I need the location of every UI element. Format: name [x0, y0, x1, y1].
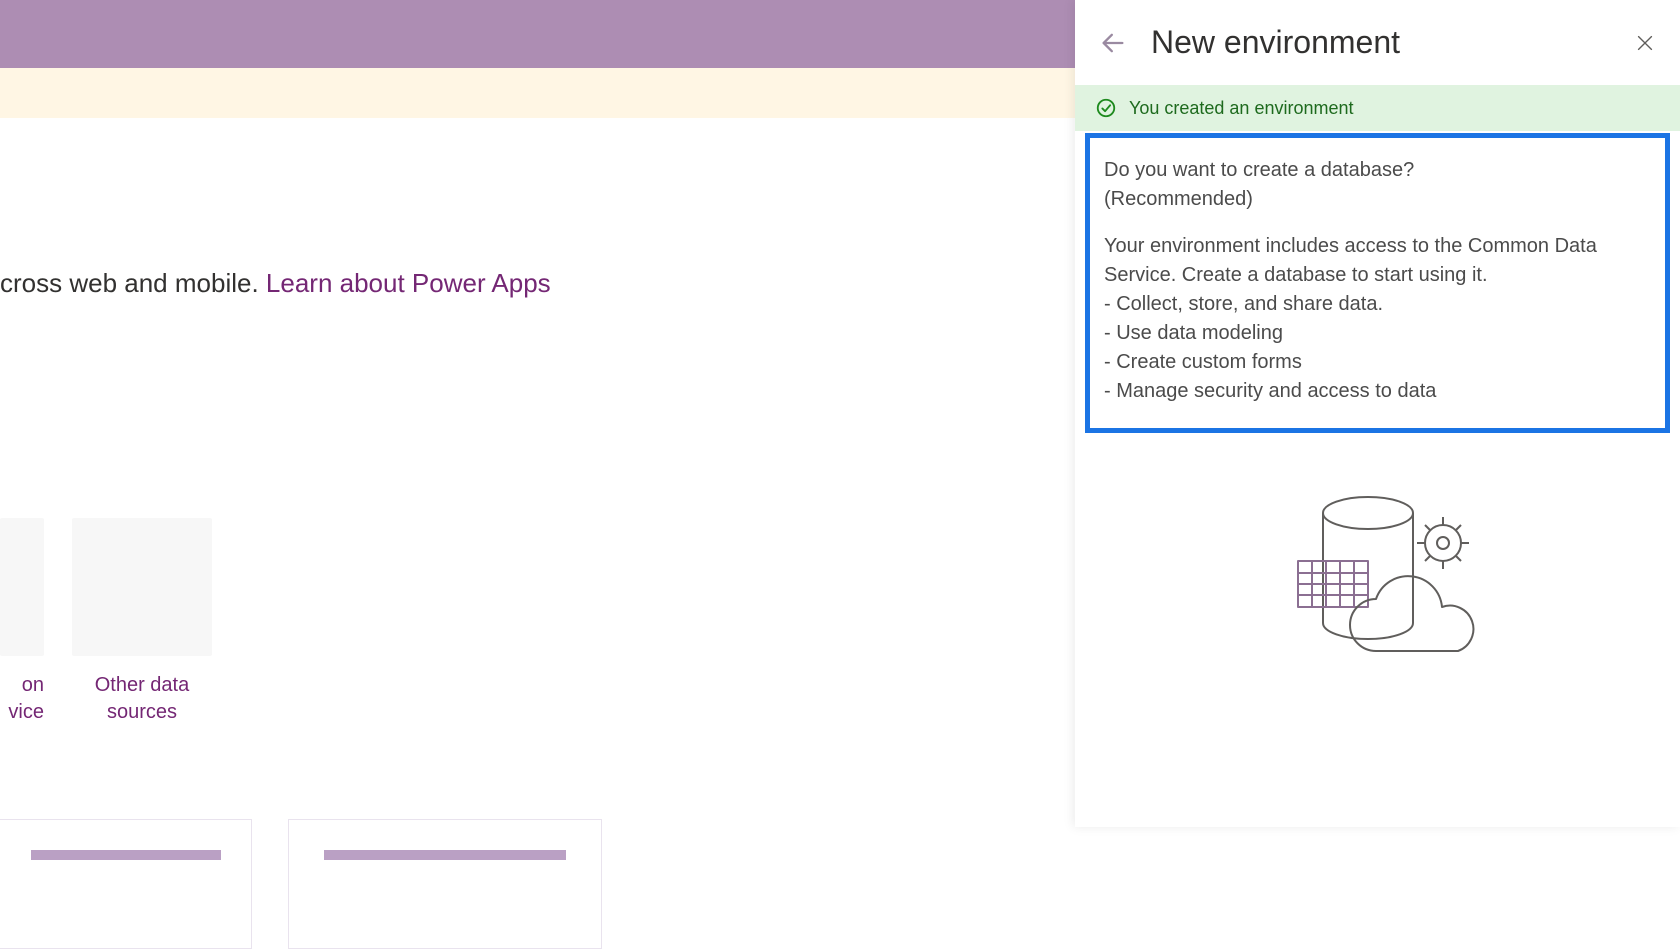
- create-db-question: Do you want to create a database? (Recom…: [1104, 156, 1651, 214]
- main-content: cross web and mobile. Learn about Power …: [0, 118, 1075, 827]
- tile-thumb: [0, 518, 44, 656]
- template-card[interactable]: [288, 819, 602, 949]
- tile-thumb: [72, 518, 212, 656]
- new-environment-panel: New environment You created an environme…: [1075, 0, 1680, 827]
- panel-title: New environment: [1151, 24, 1610, 61]
- learn-link[interactable]: Learn about Power Apps: [266, 268, 551, 298]
- tile-caption: Other data sources: [95, 672, 190, 726]
- template-cards: [0, 819, 602, 949]
- tile-other-data-sources[interactable]: Other data sources: [72, 518, 212, 726]
- tile-common-data-service[interactable]: on vice: [0, 518, 44, 726]
- database-illustration: [1075, 433, 1680, 693]
- tagline-text: cross web and mobile. Learn about Power …: [0, 268, 551, 299]
- start-tiles: on vice Other data sources: [0, 518, 212, 726]
- checkmark-icon: [1095, 97, 1117, 119]
- success-text: You created an environment: [1129, 98, 1354, 119]
- card-accent: [324, 850, 566, 860]
- create-db-description: Your environment includes access to the …: [1104, 232, 1651, 406]
- template-card[interactable]: [0, 819, 252, 949]
- tile-caption: on vice: [0, 672, 44, 726]
- close-icon[interactable]: [1634, 32, 1656, 54]
- panel-header: New environment: [1075, 0, 1680, 85]
- tagline-prefix: cross web and mobile.: [0, 268, 266, 298]
- card-accent: [31, 850, 221, 860]
- panel-highlight-box: Do you want to create a database? (Recom…: [1085, 133, 1670, 433]
- notice-band: [0, 68, 1075, 118]
- back-icon[interactable]: [1099, 29, 1127, 57]
- success-banner: You created an environment: [1075, 85, 1680, 131]
